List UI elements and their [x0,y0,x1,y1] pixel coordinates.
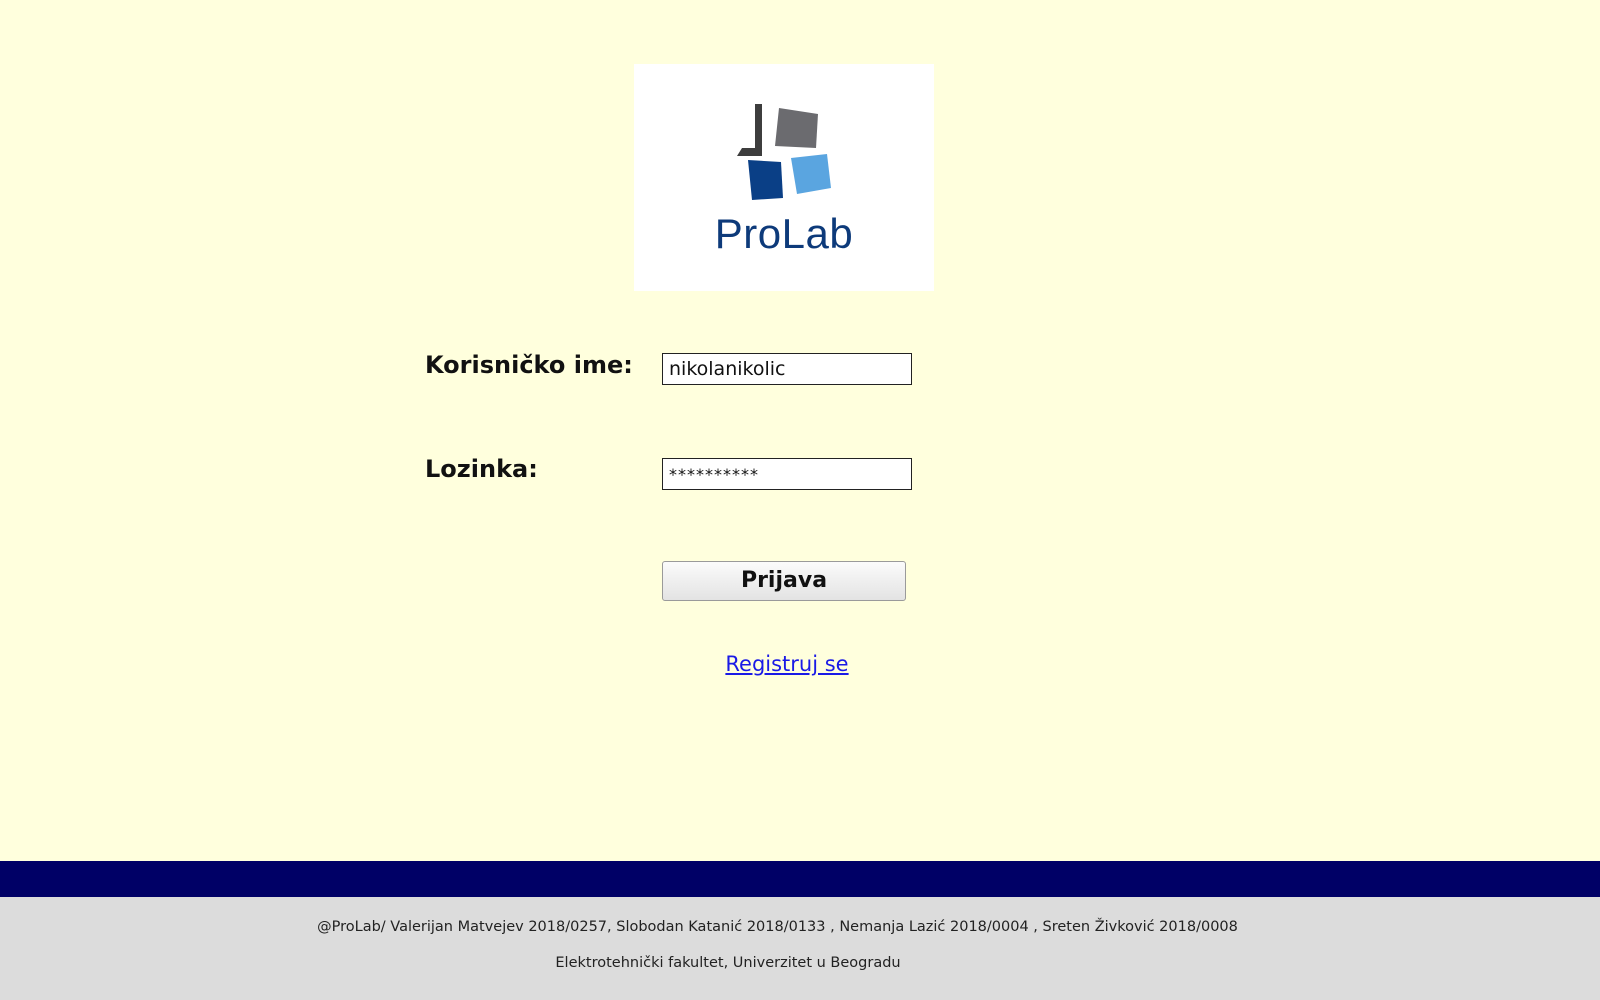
main-content: ProLab Korisničko ime: Lozinka: Prijava … [0,0,1600,861]
register-link-text[interactable]: Registruj se [725,652,848,676]
register-link: Registruj se [0,652,1574,676]
password-label: Lozinka: [425,455,538,483]
footer-bar [0,861,1600,897]
footer-institution: Elektrotehnički fakultet, Univerzitet u … [555,955,901,971]
footer-credits: @ProLab/ Valerijan Matvejev 2018/0257, S… [317,919,1238,935]
password-input[interactable] [662,458,912,490]
username-label: Korisničko ime: [425,351,633,379]
username-input[interactable] [662,353,912,385]
footer: @ProLab/ Valerijan Matvejev 2018/0257, S… [0,897,1600,1000]
logo-text: ProLab [714,210,854,257]
logo: ProLab [634,64,934,291]
login-button[interactable]: Prijava [662,561,906,601]
